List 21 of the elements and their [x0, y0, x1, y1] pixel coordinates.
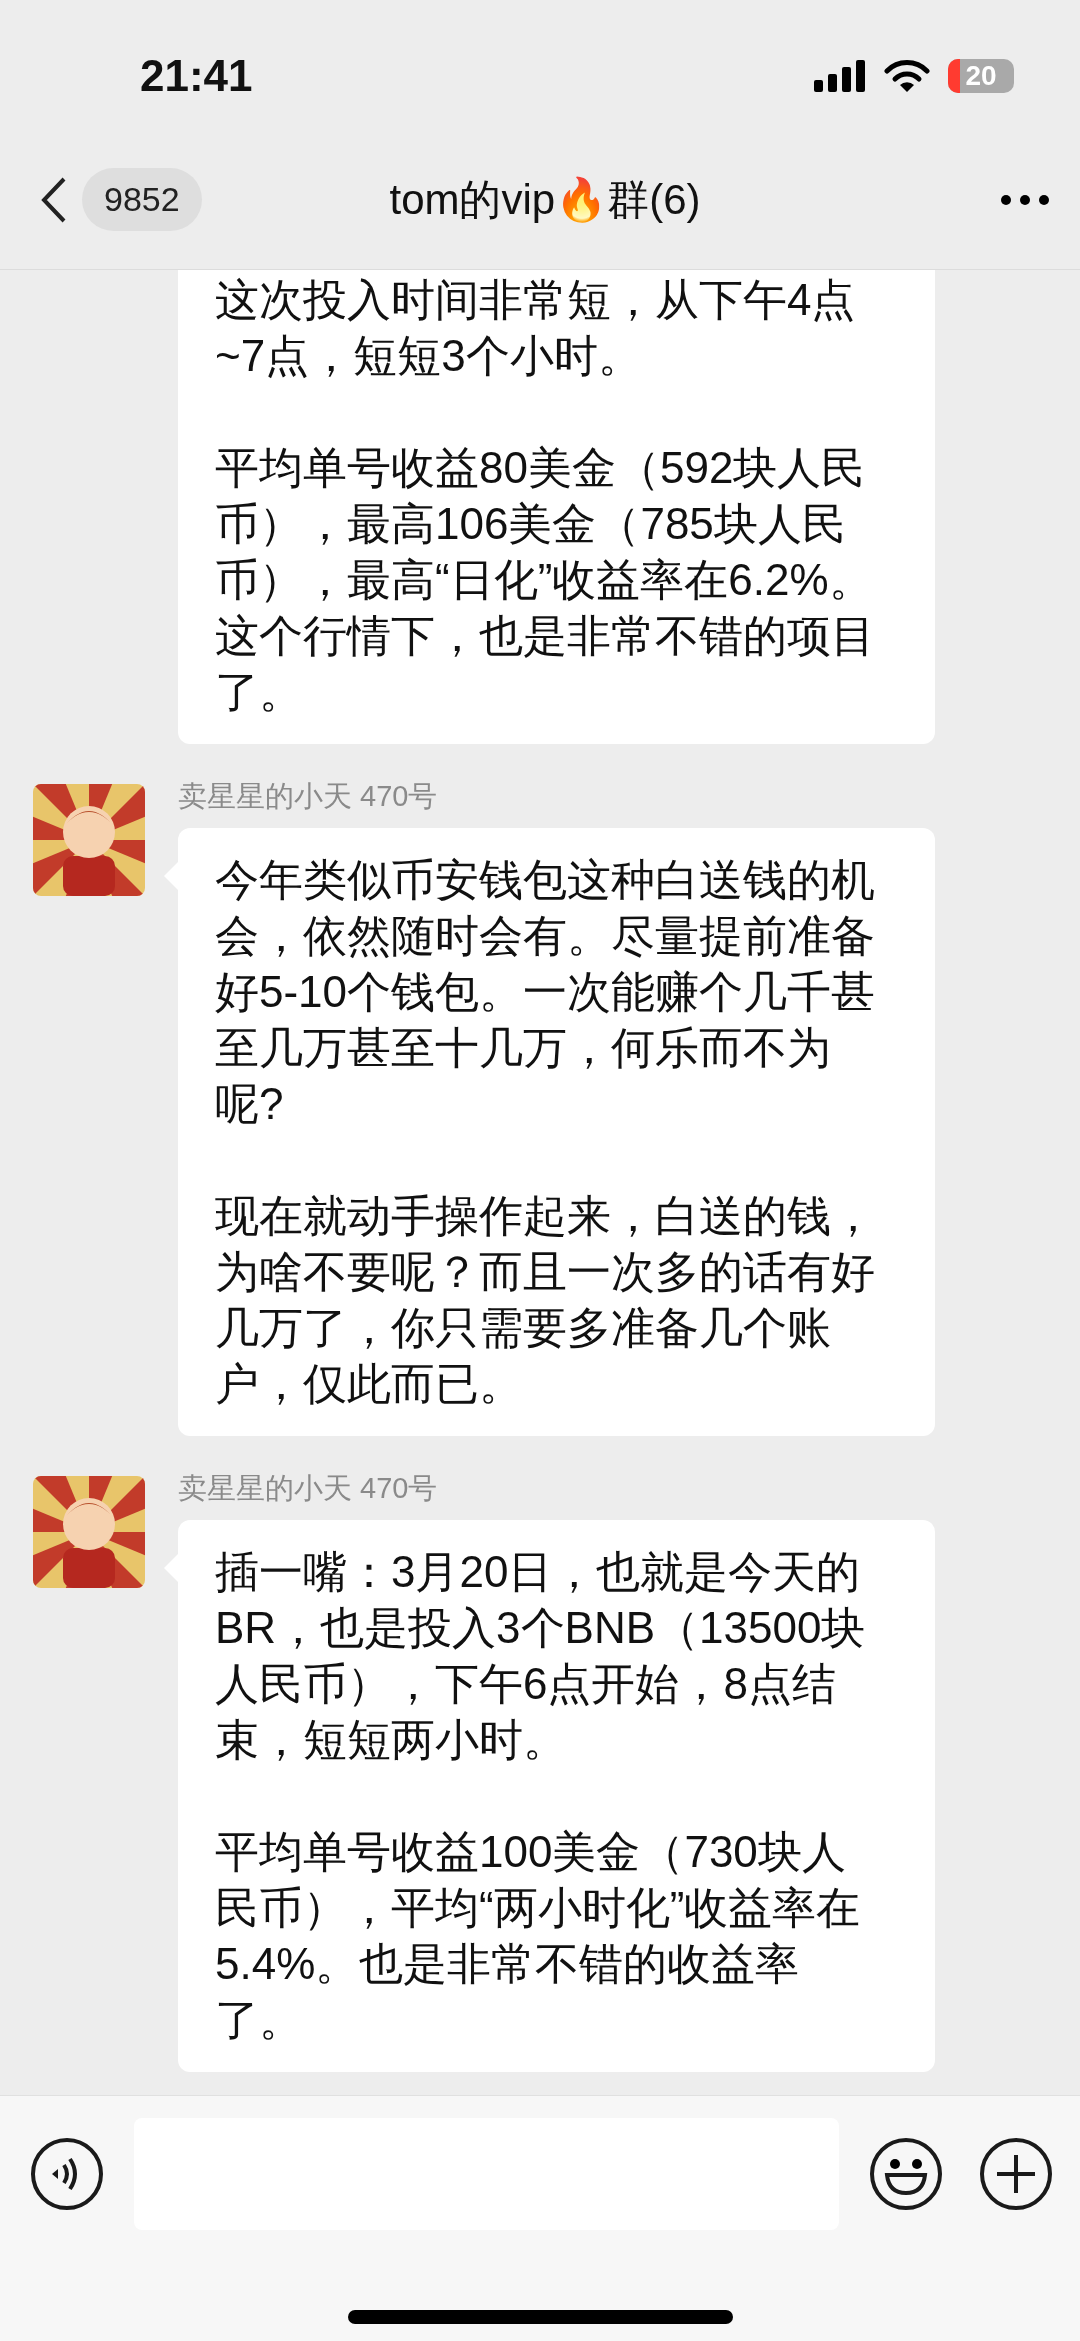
back-icon[interactable] — [40, 175, 68, 224]
status-time: 21:41 — [140, 51, 253, 101]
battery-indicator: 20 — [948, 59, 1014, 93]
sender-name: 卖星星的小天 470号 — [178, 1471, 439, 1506]
message-text: 今年类似币安钱包这种白送钱的机会，依然随时会有。尽量提前准备好5-10个钱包。一次能赚个几千甚至几万甚至十几万，何乐而不为呢? — [215, 854, 877, 1130]
signal-icon — [814, 60, 866, 92]
plus-icon[interactable] — [979, 2137, 1053, 2211]
avatar[interactable] — [33, 1476, 145, 1588]
wifi-icon — [884, 59, 930, 93]
voice-icon[interactable] — [30, 2137, 104, 2211]
message-text: 这次投入时间非常短，从下午4点~7点，短短3个小时。 — [215, 274, 857, 382]
sender-name: 卖星星的小天 470号 — [178, 779, 439, 814]
unread-count[interactable]: 9852 — [82, 168, 202, 231]
more-icon[interactable] — [1000, 193, 1050, 206]
message-text: 插一嘴：3月20日，也就是今天的BR，也是投入3个BNB（13500块人民币），下午6点开始，8点结束，短短两小时。 — [215, 1546, 867, 1766]
emoji-icon[interactable] — [869, 2137, 943, 2211]
message-text: 平均单号收益80美金（592块人民币），最高106美金（785块人民币），最高“日化”收益率在6.2%。这个行情下，也是非常不错的项目了。 — [215, 442, 876, 718]
message-text: 现在就动手操作起来，白送的钱，为啥不要呢？而且一次多的话有好几万了，你只需要多准备几个账户，仅此而已。 — [215, 1190, 876, 1410]
chat-title: tom的vip🔥群(6) — [389, 174, 701, 225]
avatar[interactable] — [33, 784, 145, 896]
message-text: 平均单号收益100美金（730块人民币），平均“两小时化”收益率在5.4%。也是非常不错的收益率了。 — [215, 1826, 862, 2046]
